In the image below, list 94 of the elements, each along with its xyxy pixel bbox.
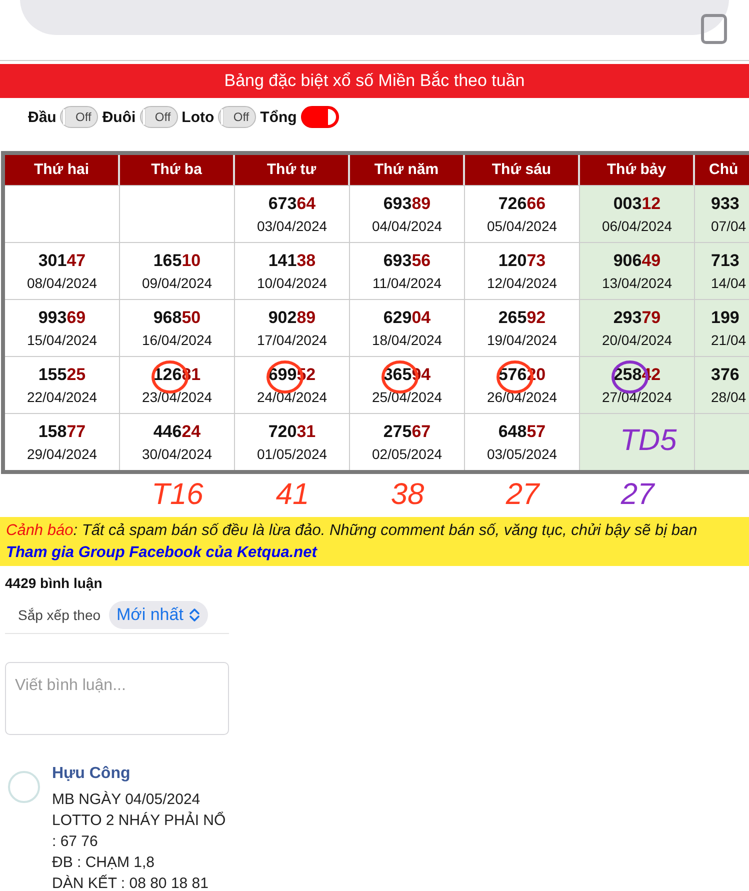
result-number: 67364	[268, 194, 316, 214]
draw-date: 29/04/2024	[26, 446, 98, 462]
draw-date: 05/04/2024	[486, 218, 558, 234]
draw-date: 21/04	[711, 332, 746, 348]
handwritten-note: 38	[390, 478, 424, 512]
draw-date: 13/04/2024	[602, 275, 672, 291]
draw-date: 01/05/2024	[256, 446, 328, 462]
comment-text: : 67 76	[52, 832, 99, 852]
draw-date: 02/05/2024	[372, 446, 442, 462]
toggle-switch[interactable]	[300, 106, 339, 128]
result-number: 376	[711, 365, 740, 385]
draw-date: 11/04/2024	[372, 275, 442, 291]
result-number: 69356	[383, 251, 431, 271]
result-number: 44624	[153, 422, 201, 442]
draw-date: 15/04/2024	[26, 332, 98, 348]
result-number: 15525	[38, 365, 86, 385]
draw-date: 04/04/2024	[372, 218, 442, 234]
result-number: 30147	[38, 251, 86, 271]
result-number: 72666	[498, 194, 546, 214]
handwritten-note: 27	[506, 478, 540, 512]
result-number: 199	[711, 308, 740, 328]
toggle-switch[interactable]: Off	[60, 106, 98, 128]
handwritten-note: 41	[276, 478, 310, 512]
facebook-group-link[interactable]: Tham gia Group Facebook của Ketqua.net	[6, 544, 317, 561]
result-number: 933	[711, 194, 740, 214]
draw-date: 09/04/2024	[142, 275, 212, 291]
draw-date: 10/04/2024	[256, 275, 328, 291]
result-number: 62904	[383, 308, 431, 328]
draw-date: 17/04/2024	[256, 332, 328, 348]
draw-date: 12/04/2024	[486, 275, 558, 291]
toggle-switch[interactable]: Off	[140, 106, 178, 128]
handwritten-note: TD5	[620, 424, 677, 458]
handwritten-note: T16	[152, 478, 204, 512]
toggle-label: Đuôi	[102, 108, 136, 126]
draw-date: 16/04/2024	[142, 332, 212, 348]
result-number: 12073	[498, 251, 546, 271]
tabs-icon[interactable]	[701, 14, 727, 44]
result-number: 96850	[153, 308, 201, 328]
result-number: 29379	[613, 308, 661, 328]
sort-label: Sắp xếp theo	[18, 607, 101, 623]
draw-date: 06/04/2024	[602, 218, 672, 234]
result-number: 99369	[38, 308, 86, 328]
table-title: Bảng đặc biệt xổ số Miền Bắc theo tuần	[0, 64, 749, 98]
toggle-label: Loto	[182, 108, 214, 126]
result-number: 64857	[498, 422, 546, 442]
warning-text: Cảnh báo: Tất cả spam bán số đều là lừa đảo. Những comment bán số, văng tục, chửi bậy sẽ bị ban	[6, 521, 698, 541]
column-header: Thứ tư	[235, 155, 350, 185]
toggle-switch[interactable]: Off	[218, 106, 256, 128]
result-number: 90289	[268, 308, 316, 328]
comment-text: MB NGÀY 04/05/2024	[52, 790, 202, 810]
result-number: 27567	[383, 422, 431, 442]
draw-date: 07/04	[711, 218, 746, 234]
draw-date: 03/04/2024	[256, 218, 328, 234]
draw-date: 26/04/2024	[486, 389, 558, 405]
draw-date: 27/04/2024	[602, 389, 672, 405]
draw-date: 22/04/2024	[26, 389, 98, 405]
draw-date: 19/04/2024	[486, 332, 558, 348]
result-number: 713	[711, 251, 740, 271]
column-header: Thứ ba	[120, 155, 235, 185]
comment-count: 4429 bình luận	[5, 575, 104, 591]
handwritten-note: 27	[620, 478, 654, 512]
column-header: Thứ sáu	[465, 155, 580, 185]
column-header: Thứ hai	[5, 155, 120, 185]
comment-input[interactable]: Viết bình luận...	[5, 662, 229, 735]
draw-date: 14/04	[711, 275, 746, 291]
toggle-label: Đầu	[28, 108, 56, 126]
avatar	[8, 771, 40, 803]
draw-date: 08/04/2024	[26, 275, 98, 291]
draw-date: 24/04/2024	[256, 389, 328, 405]
comment-text: LOTTO 2 NHÁY PHẢI NỔ	[52, 810, 226, 831]
chevron-updown-icon	[189, 608, 200, 622]
comment-text: ĐB : CHẠM 1,8	[52, 853, 156, 873]
draw-date: 20/04/2024	[602, 332, 672, 348]
column-header: Thứ năm	[350, 155, 465, 185]
draw-date: 30/04/2024	[142, 446, 212, 462]
toggle-label: Tổng	[260, 108, 297, 126]
result-number: 72031	[268, 422, 316, 442]
result-number: 26592	[498, 308, 546, 328]
draw-date: 03/05/2024	[486, 446, 558, 462]
column-header: Thứ bảy	[580, 155, 695, 185]
comment-text: DÀN KẾT : 08 80 18 81	[52, 874, 210, 891]
draw-date: 23/04/2024	[142, 389, 212, 405]
column-header: Chủ	[695, 155, 749, 185]
result-number: 14138	[268, 251, 316, 271]
draw-date: 25/04/2024	[372, 389, 442, 405]
result-number: 15877	[38, 422, 86, 442]
sort-dropdown[interactable]: Mới nhất	[108, 601, 208, 629]
result-number: 69389	[383, 194, 431, 214]
draw-date: 28/04	[711, 389, 746, 405]
draw-date: 18/04/2024	[372, 332, 442, 348]
result-number: 16510	[153, 251, 201, 271]
result-number: 00312	[613, 194, 661, 214]
result-number: 90649	[613, 251, 661, 271]
comment-author[interactable]: Hựu Công	[52, 765, 226, 783]
